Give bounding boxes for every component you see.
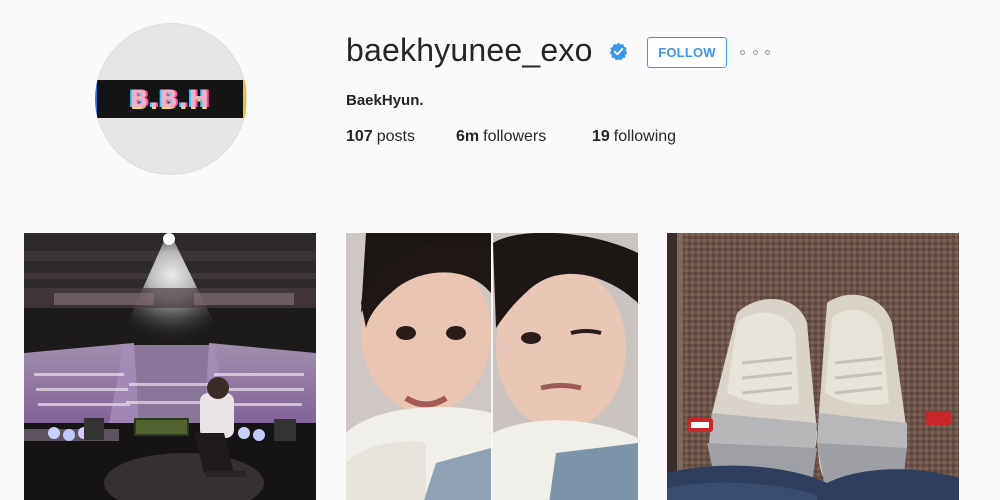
post-thumbnail-selfie[interactable] bbox=[346, 233, 638, 500]
stat-posts: 107 posts bbox=[346, 128, 415, 146]
more-options-icon[interactable] bbox=[740, 44, 770, 60]
sneakers-photo bbox=[667, 233, 959, 500]
posts-label: posts bbox=[376, 128, 415, 145]
post-thumbnail-sneakers[interactable] bbox=[667, 233, 959, 500]
avatar-logo: B.B.H bbox=[97, 80, 243, 118]
profile-full-name: BaekHyun. bbox=[346, 92, 424, 109]
post-thumbnail-concert[interactable] bbox=[24, 233, 316, 500]
posts-count: 107 bbox=[346, 128, 373, 145]
profile-avatar[interactable]: B.B.H bbox=[95, 23, 247, 175]
concert-photo bbox=[24, 233, 316, 500]
selfie-photo bbox=[346, 233, 638, 500]
followers-count: 6m bbox=[456, 128, 480, 145]
following-label: following bbox=[613, 128, 677, 145]
following-count: 19 bbox=[592, 128, 610, 145]
stat-followers[interactable]: 6m followers bbox=[456, 128, 546, 146]
verified-badge-icon bbox=[609, 42, 628, 61]
profile-username: baekhyunee_exo bbox=[346, 32, 593, 68]
avatar-logo-text: B.B.H bbox=[130, 85, 210, 113]
profile-page: B.B.H baekhyunee_exo FOLLOW BaekHyun. 10… bbox=[0, 0, 1000, 500]
stat-following[interactable]: 19 following bbox=[592, 128, 676, 146]
follow-button[interactable]: FOLLOW bbox=[647, 37, 727, 68]
followers-label: followers bbox=[483, 128, 547, 145]
